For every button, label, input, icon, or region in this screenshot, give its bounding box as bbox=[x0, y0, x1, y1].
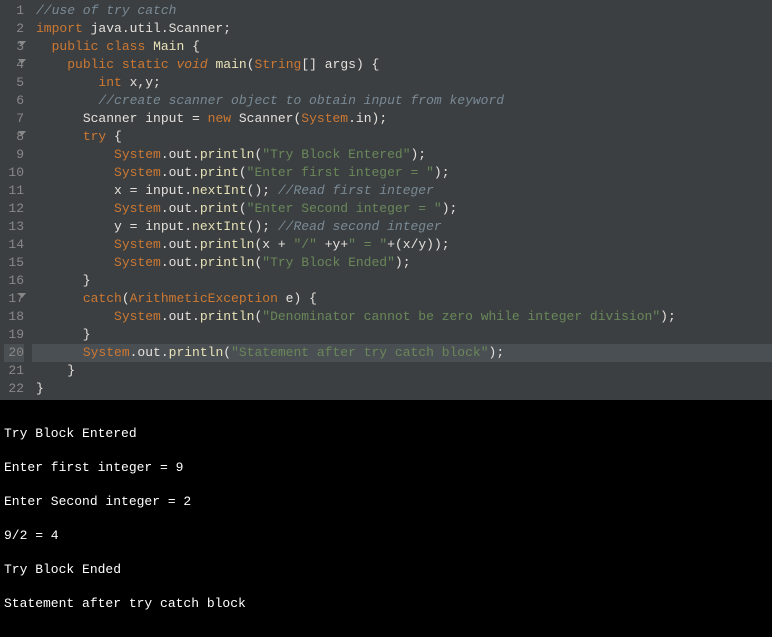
line-number: 21 bbox=[4, 362, 24, 380]
console-line: Statement after try catch block bbox=[4, 595, 768, 612]
code-line: System.out.println("Statement after try … bbox=[32, 344, 772, 362]
console-line: 9/2 = 4 bbox=[4, 527, 768, 544]
line-number: 9 bbox=[4, 146, 24, 164]
line-number: 20 bbox=[4, 344, 24, 362]
fold-icon[interactable] bbox=[18, 131, 26, 136]
line-number: 14 bbox=[4, 236, 24, 254]
line-number: 12 bbox=[4, 200, 24, 218]
fold-icon[interactable] bbox=[18, 59, 26, 64]
code-line: Scanner input = new Scanner(System.in); bbox=[32, 110, 772, 128]
code-line: int x,y; bbox=[32, 74, 772, 92]
code-line: } bbox=[32, 362, 772, 380]
code-line: x = input.nextInt(); //Read first intege… bbox=[32, 182, 772, 200]
console-line: Enter first integer = 9 bbox=[4, 459, 768, 476]
line-number: 17 bbox=[4, 290, 24, 308]
code-line: //create scanner object to obtain input … bbox=[32, 92, 772, 110]
line-gutter: 1 2 3 4 5 6 7 8 9 10 11 12 13 14 15 16 1… bbox=[0, 0, 32, 400]
code-line: System.out.print("Enter first integer = … bbox=[32, 164, 772, 182]
line-number: 3 bbox=[4, 38, 24, 56]
fold-icon[interactable] bbox=[18, 41, 26, 46]
line-number: 15 bbox=[4, 254, 24, 272]
code-line: System.out.print("Enter Second integer =… bbox=[32, 200, 772, 218]
code-editor[interactable]: 1 2 3 4 5 6 7 8 9 10 11 12 13 14 15 16 1… bbox=[0, 0, 772, 400]
line-number: 19 bbox=[4, 326, 24, 344]
line-number: 7 bbox=[4, 110, 24, 128]
code-line: System.out.println("Try Block Entered"); bbox=[32, 146, 772, 164]
line-number: 11 bbox=[4, 182, 24, 200]
code-line: System.out.println("Try Block Ended"); bbox=[32, 254, 772, 272]
console-line: Enter Second integer = 2 bbox=[4, 493, 768, 510]
console-output: Try Block Entered Enter first integer = … bbox=[0, 400, 772, 637]
line-number: 18 bbox=[4, 308, 24, 326]
line-number: 16 bbox=[4, 272, 24, 290]
code-line: catch(ArithmeticException e) { bbox=[32, 290, 772, 308]
line-number: 6 bbox=[4, 92, 24, 110]
line-number: 1 bbox=[4, 2, 24, 20]
code-line: } bbox=[32, 380, 772, 398]
code-line: } bbox=[32, 272, 772, 290]
code-line: //use of try catch bbox=[32, 2, 772, 20]
code-line: public static void main(String[] args) { bbox=[32, 56, 772, 74]
line-number: 22 bbox=[4, 380, 24, 398]
line-number: 2 bbox=[4, 20, 24, 38]
line-number: 4 bbox=[4, 56, 24, 74]
code-line: System.out.println(x + "/" +y+" = "+(x/y… bbox=[32, 236, 772, 254]
fold-icon[interactable] bbox=[18, 293, 26, 298]
line-number: 8 bbox=[4, 128, 24, 146]
code-line: public class Main { bbox=[32, 38, 772, 56]
code-line: System.out.println("Denominator cannot b… bbox=[32, 308, 772, 326]
console-line: Try Block Ended bbox=[4, 561, 768, 578]
line-number: 5 bbox=[4, 74, 24, 92]
line-number: 10 bbox=[4, 164, 24, 182]
code-area[interactable]: //use of try catch import java.util.Scan… bbox=[32, 0, 772, 400]
line-number: 13 bbox=[4, 218, 24, 236]
code-line: y = input.nextInt(); //Read second integ… bbox=[32, 218, 772, 236]
code-line: } bbox=[32, 326, 772, 344]
code-line: import java.util.Scanner; bbox=[32, 20, 772, 38]
code-line: try { bbox=[32, 128, 772, 146]
console-line: Try Block Entered bbox=[4, 425, 768, 442]
